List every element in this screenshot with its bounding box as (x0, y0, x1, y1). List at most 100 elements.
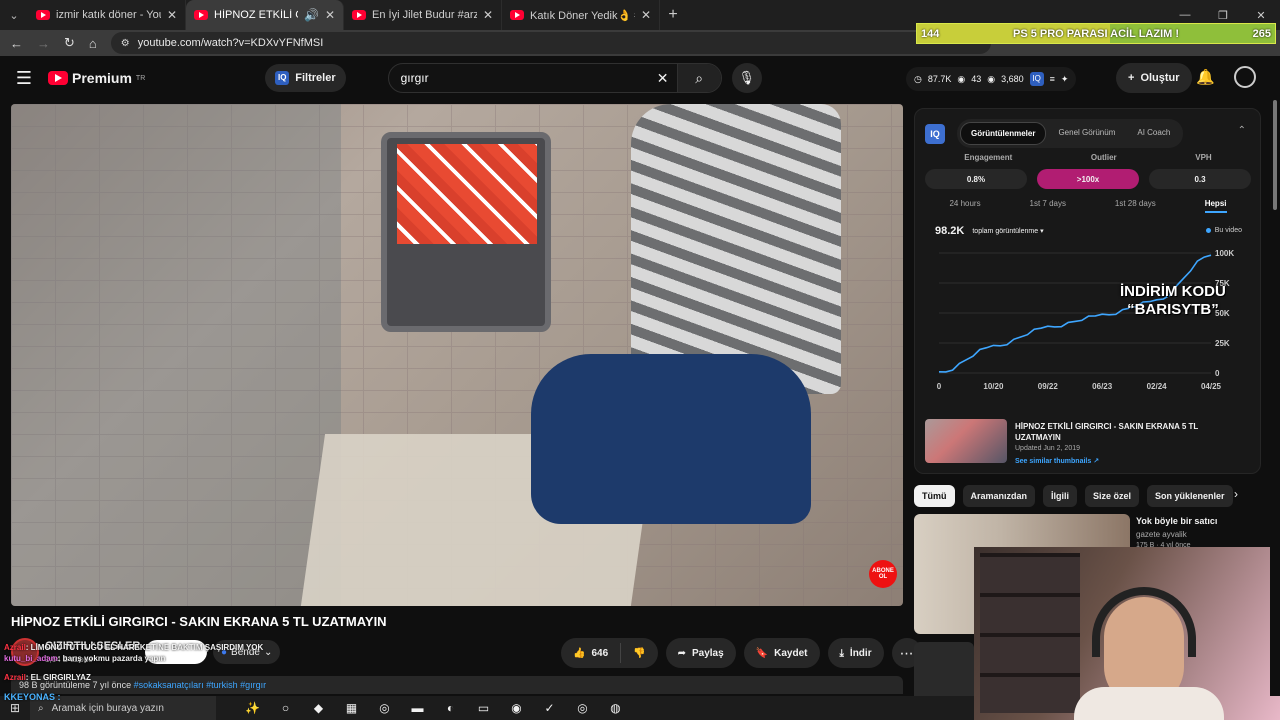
extension-stats[interactable]: ◷ 87.7K ◉ 43 ◉ 3,680 IQ ≡ ✦ (906, 67, 1077, 91)
dislike-button[interactable]: 👎 (621, 648, 657, 659)
reference-title: HİPNOZ ETKİLİ GIRGIRCI - SAKIN EKRANA 5 … (1015, 422, 1199, 442)
share-button[interactable]: ➦ Paylaş (665, 638, 736, 668)
tab-list-dropdown[interactable]: ⌄ (0, 9, 28, 22)
browser-tab-2[interactable]: HİPNOZ ETKİLİ GIRGIRCI - S 🔊 ✕ (186, 0, 344, 30)
download-button[interactable]: ⤓ İndir (827, 638, 884, 668)
chart-legend: Bu video (1205, 227, 1242, 234)
chip-all[interactable]: Tümü (914, 485, 955, 507)
reference-video[interactable]: HİPNOZ ETKİLİ GIRGIRCI - SAKIN EKRANA 5 … (925, 419, 1251, 465)
calculator-icon[interactable]: ▦ (335, 701, 368, 715)
app-icon[interactable]: ✓ (533, 701, 566, 715)
webcam-shelf (980, 553, 1080, 713)
reference-thumbnail[interactable] (925, 419, 1007, 463)
tab-ai-coach[interactable]: AI Coach (1127, 122, 1180, 145)
voice-search-button[interactable]: 🎙 (731, 63, 762, 93)
restore-icon[interactable]: ❐ (1204, 9, 1242, 22)
tab-overview[interactable]: Genel Görünüm (1048, 122, 1125, 145)
chat-user: Azrail (4, 673, 26, 682)
store-icon[interactable]: ▭ (467, 701, 500, 715)
url-field[interactable]: ⚙ youtube.com/watch?v=KDXvYFNfMSI (110, 32, 991, 54)
close-tab-icon[interactable]: ✕ (483, 8, 493, 22)
mute-tab-icon[interactable]: 🔊 (304, 8, 319, 22)
x-tick-label: 10/20 (983, 382, 1004, 391)
recommended-channel: gazete ayvalik (1136, 530, 1187, 539)
donation-goal-bar: 144 PS 5 PRO PARASI ACİL LAZIM ! 265 (916, 23, 1276, 44)
clear-search-icon[interactable]: ✕ (649, 70, 677, 87)
download-icon: ⤓ (839, 647, 844, 659)
chevron-down-icon: ⌄ (263, 646, 273, 658)
home-icon[interactable]: ⌂ (89, 36, 97, 51)
app-icon[interactable]: ◍ (599, 701, 632, 715)
back-icon[interactable]: ← (10, 36, 23, 51)
total-views-value: 98.2K (935, 225, 965, 237)
account-avatar[interactable] (1234, 66, 1256, 88)
close-window-icon[interactable]: ✕ (1242, 9, 1280, 22)
close-tab-icon[interactable]: ✕ (167, 8, 177, 22)
total-views-label[interactable]: toplam görüntülenme ▾ (972, 227, 1043, 235)
site-info-icon[interactable]: ⚙ (121, 38, 130, 49)
windows-start-icon[interactable]: ⊞ (0, 701, 30, 715)
subscribe-watermark[interactable]: ABONE OL (869, 560, 897, 588)
period-24h[interactable]: 24 hours (949, 199, 980, 213)
x-tick-label: 02/24 (1147, 382, 1168, 391)
chip-for-you[interactable]: Size özel (1085, 485, 1140, 507)
views-chart: 100K75K50K25K00 10/20 09/22 06/23 02/24 04/25 (937, 249, 1235, 391)
taskbar-apps: ✨ ○ ◆ ▦ ◎ ▬ ◐ ▭ ◉ ✓ ◎ ◍ (236, 701, 632, 715)
filters-label: Filtreler (295, 72, 336, 84)
sparkle-icon: ✦ (1060, 73, 1069, 84)
period-7d[interactable]: 1st 7 days (1030, 199, 1066, 213)
metric-outlier: >100x (1037, 169, 1139, 189)
chrome-icon[interactable]: ◎ (566, 701, 599, 715)
browser-tab-3[interactable]: En İyi Jilet Budur #arzufilm #ne ✕ (344, 0, 502, 30)
save-button[interactable]: 🔖 Kaydet (743, 638, 820, 668)
related-chips: Tümü Aramanızdan İlgili Size özel Son yü… (914, 485, 1233, 507)
list-icon: ≡ (1049, 74, 1055, 84)
new-tab-button[interactable]: + (660, 6, 686, 24)
notifications-bell-icon[interactable]: 🔔 (1196, 68, 1215, 86)
y-tick-label: 100K (1215, 249, 1234, 258)
video-player[interactable]: ABONE OL (11, 104, 903, 606)
app-icon[interactable]: ◆ (302, 701, 335, 715)
close-tab-icon[interactable]: ✕ (325, 8, 335, 22)
tab-title: En İyi Jilet Budur #arzufilm #ne (372, 9, 477, 21)
search-button[interactable]: ⌕ (676, 64, 721, 92)
youtube-logo[interactable]: Premium TR (48, 70, 145, 86)
reload-icon[interactable]: ↻ (64, 35, 75, 51)
chip-related[interactable]: İlgili (1043, 485, 1078, 507)
close-tab-icon[interactable]: ✕ (641, 8, 651, 22)
filters-button[interactable]: IQ Filtreler (265, 64, 346, 92)
period-28d[interactable]: 1st 28 days (1115, 199, 1156, 213)
chat-text: : EL GIRGIRLYAZ (25, 673, 91, 682)
create-button[interactable]: + Oluştur (1116, 63, 1192, 93)
chrome-icon[interactable]: ◎ (368, 701, 401, 715)
tab-views[interactable]: Görüntülenmeler (960, 122, 1047, 145)
metric-label: Outlier (1090, 153, 1117, 162)
chip-from-search[interactable]: Aramanızdan (962, 485, 1036, 507)
period-all[interactable]: Hepsi (1204, 199, 1227, 213)
app-icon[interactable]: ◉ (500, 701, 533, 715)
minimize-icon[interactable]: — (1166, 9, 1204, 21)
folder-icon[interactable]: ▬ (401, 701, 434, 715)
hamburger-menu-icon[interactable]: ☰ (0, 68, 48, 89)
page-scrollbar[interactable] (1270, 56, 1280, 696)
chevron-right-icon[interactable]: › (1234, 487, 1238, 501)
search-input[interactable] (388, 71, 649, 85)
steam-icon[interactable]: ◐ (434, 701, 467, 715)
metric-vph: 0.3 (1149, 169, 1251, 189)
recommended-thumbnail[interactable] (914, 642, 974, 702)
similar-thumbnails-link[interactable]: See similar thumbnails ↗ (1015, 457, 1099, 465)
forward-icon[interactable]: → (37, 36, 50, 51)
browser-tab-4[interactable]: Katık Döner Yedik👌 #katık #dö ✕ (502, 0, 660, 30)
youtube-favicon-icon (194, 10, 208, 20)
vidiq-tabs: Görüntülenmeler Genel Görünüm AI Coach (957, 119, 1184, 148)
sparkles-icon[interactable]: ✨ (236, 701, 269, 715)
scrollbar-thumb[interactable] (1273, 100, 1277, 210)
clock-icon: ◷ (914, 73, 922, 84)
task-view-icon[interactable]: ○ (269, 701, 302, 715)
like-button[interactable]: 👍 646 (561, 648, 620, 659)
browser-tab-1[interactable]: izmir katık döner - YouTube ✕ (28, 0, 186, 30)
stat-views: 87.7K (927, 74, 952, 84)
chip-recent[interactable]: Son yüklenenler (1147, 485, 1233, 507)
youtube-play-icon (48, 71, 68, 85)
collapse-chevron-icon[interactable]: ⌃ (1238, 125, 1246, 136)
